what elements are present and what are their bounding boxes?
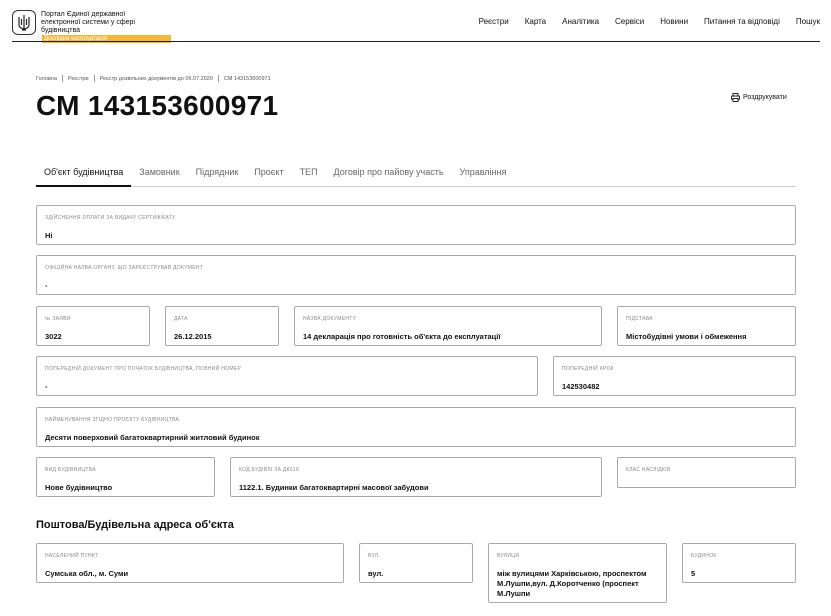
nav-news[interactable]: Новини [660,17,688,26]
field-building-number[interactable]: Будинок 5 [682,543,796,583]
field-value: між вулицями Харківською, проспектом М.Л… [497,569,647,598]
field-value: Містобудівні умови і обмеження [626,332,747,341]
field-authority[interactable]: Офіційна назва органу, що зареєстрував д… [36,255,796,295]
printer-icon [731,93,740,102]
page-title: СМ 143153600971 [36,90,279,121]
portal-name-line1: Портал Єдиної державної [41,11,126,18]
field-previous-step[interactable]: Попередній крок 142530482 [553,356,796,396]
tab-construction-object[interactable]: Об'єкт будівництва [36,166,132,187]
field-date[interactable]: Дата 26.12.2015 [165,306,279,346]
field-value: - [45,281,48,290]
field-project-name[interactable]: Найменування згідно проєкту будівництва … [36,407,796,447]
field-consequence-class[interactable]: Клас наслідків [617,457,796,488]
field-construction-type[interactable]: Вид будівництва Нове будівництво [36,457,215,497]
tab-bar: Об'єкт будівництва Замовник Підрядник Пр… [36,166,796,187]
field-basis[interactable]: Підстава Містобудівні умови і обмеження [617,306,796,346]
field-document-name[interactable]: Назва документу 14 декларація про готовн… [294,306,602,346]
field-label: Підстава [626,316,653,322]
field-locality[interactable]: Населений пункт Сумська обл., м. Суми [36,543,344,583]
portal-name-line3: будівництва [41,27,81,34]
breadcrumb-current: СМ 143153600971 [223,75,271,82]
breadcrumb-separator [217,75,219,82]
nav-analytics[interactable]: Аналітика [562,17,599,26]
nav-registries[interactable]: Реєстри [479,17,509,26]
field-previous-document[interactable]: Попередній документ про початок будівниц… [36,356,538,396]
field-value: 3022 [45,332,62,341]
field-label: Будинок [691,553,717,559]
field-label: Дата [174,316,188,322]
breadcrumb-registry[interactable]: Реєстр дозвільних документів до 06.07.20… [100,76,213,82]
tab-management[interactable]: Управління [452,166,515,186]
tab-tep[interactable]: ТЕП [292,166,326,186]
tab-customer[interactable]: Замовник [131,166,187,186]
portal-name[interactable]: Портал Єдиної державної електронної сист… [41,11,171,43]
field-label: Попередній документ про початок будівниц… [45,366,242,372]
field-payment[interactable]: Здійснення оплати за видачу сертифікату … [36,205,796,245]
breadcrumb-separator [93,75,95,82]
field-value: 5 [691,569,696,578]
breadcrumb-separator [61,75,63,82]
field-label: Клас наслідків [626,467,671,473]
field-street-type[interactable]: Вул. вул. [359,543,473,583]
field-label: Вид будівництва [45,467,96,473]
breadcrumb-home[interactable]: Головна [36,76,57,82]
site-header: Портал Єдиної державної електронної сист… [0,0,831,43]
nav-services[interactable]: Сервіси [615,17,644,26]
field-value: 26.12.2015 [174,332,212,341]
breadcrumb-registries[interactable]: Реєстри [68,76,89,82]
breadcrumb: Головна Реєстри Реєстр дозвільних докуме… [36,75,271,82]
field-label: № заяви [45,316,71,322]
field-value: Ні [45,231,53,240]
field-label: Назва документу [303,316,357,322]
print-button[interactable]: Роздрукувати [731,93,787,102]
field-label: Офіційна назва органу, що зареєстрував д… [45,265,204,271]
field-value: Сумська обл., м. Суми [45,569,129,578]
nav-faq[interactable]: Питання та відповіді [704,17,780,26]
tab-contractor[interactable]: Підрядник [188,166,247,186]
field-value: 142530482 [562,382,600,391]
field-label: Населений пункт [45,553,99,559]
field-label: Вулиця [497,553,520,559]
tab-project[interactable]: Проєкт [246,166,291,186]
print-label: Роздрукувати [743,94,787,101]
field-label: Код будівлі за ДК018 [239,467,300,473]
field-value: 1122.1. Будинки багатоквартирні масової … [239,483,429,492]
trident-logo-icon[interactable] [12,10,36,35]
nav-search[interactable]: Пошук [796,17,820,26]
field-label: Найменування згідно проєкту будівництва [45,417,180,423]
field-value: - [45,382,48,391]
address-section-title: Поштова/Будівельна адреса об'єкта [36,519,234,531]
field-value: 14 декларація про готовність об'єкта до … [303,332,501,341]
field-value: вул. [368,569,384,578]
field-label: Вул. [368,553,381,559]
field-value: Десяти поверховий багатоквартирний житло… [45,433,260,442]
main-nav: Реєстри Карта Аналітика Сервіси Новини П… [463,17,820,26]
field-application-number[interactable]: № заяви 3022 [36,306,150,346]
header-divider [12,41,820,42]
field-label: Попередній крок [562,366,614,372]
portal-name-line2: електронної системи у сфері [41,19,135,26]
field-street[interactable]: Вулиця між вулицями Харківською, проспек… [488,543,667,603]
field-value: Нове будівництво [45,483,113,492]
field-label: Здійснення оплати за видачу сертифікату [45,215,176,221]
field-building-code[interactable]: Код будівлі за ДК018 1122.1. Будинки баг… [230,457,602,497]
nav-map[interactable]: Карта [525,17,546,26]
tab-share-agreement[interactable]: Договір про пайову участь [326,166,452,186]
